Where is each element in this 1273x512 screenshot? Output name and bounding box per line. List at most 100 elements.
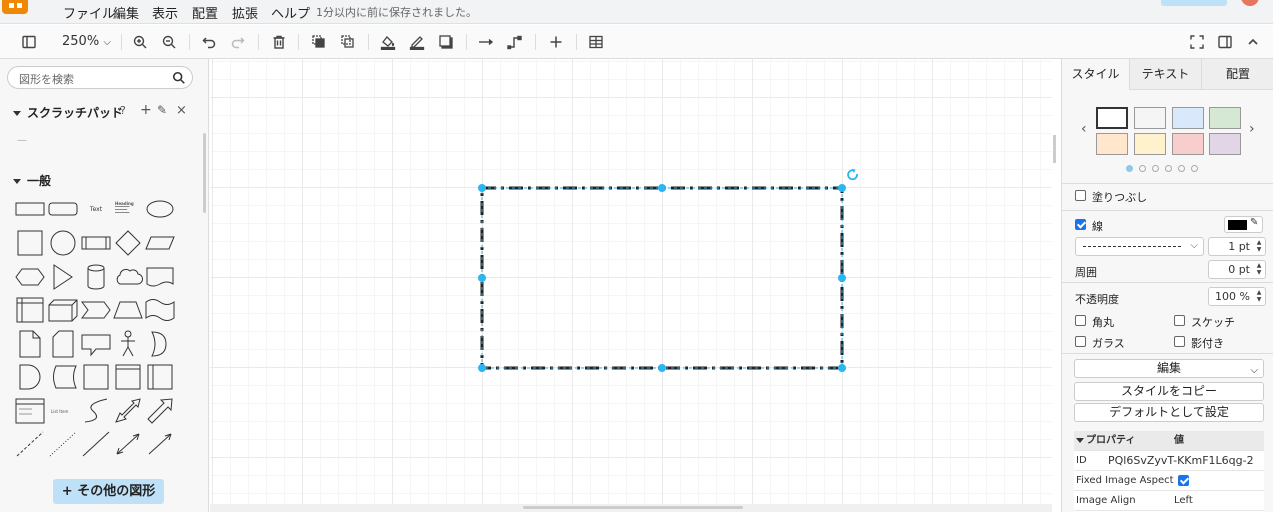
page-dot[interactable] xyxy=(1165,165,1172,172)
resize-handle[interactable] xyxy=(838,274,846,282)
page-dot[interactable] xyxy=(1152,165,1159,172)
redo-icon[interactable] xyxy=(229,33,247,51)
shape-cloud[interactable] xyxy=(112,262,144,292)
menu-help[interactable]: ヘルプ xyxy=(271,3,310,22)
fill-checkbox[interactable] xyxy=(1075,190,1086,201)
shape-swimlane[interactable] xyxy=(144,362,176,392)
shape-dotted-line[interactable] xyxy=(47,429,79,459)
share-button[interactable] xyxy=(1161,0,1227,6)
style-swatch[interactable] xyxy=(1172,133,1204,155)
glass-checkbox[interactable] xyxy=(1075,336,1086,347)
zoom-out-icon[interactable] xyxy=(160,33,178,51)
fill-color-icon[interactable] xyxy=(379,33,397,51)
prop-image-align-value[interactable]: Left xyxy=(1174,491,1193,511)
scrollbar-thumb[interactable] xyxy=(523,506,743,509)
resize-handle[interactable] xyxy=(658,364,666,372)
shape-callout[interactable] xyxy=(80,329,112,359)
style-swatch[interactable] xyxy=(1096,133,1128,155)
shape-hexagon[interactable] xyxy=(14,262,46,292)
menu-extras[interactable]: 拡張 xyxy=(232,3,258,22)
resize-handle[interactable] xyxy=(478,364,486,372)
menu-file[interactable]: ファイル xyxy=(63,3,115,22)
shape-step[interactable] xyxy=(80,295,112,325)
collapse-icon[interactable] xyxy=(1244,33,1262,51)
more-shapes-button[interactable]: + その他の図形 xyxy=(53,479,164,504)
horizontal-scrollbar[interactable] xyxy=(210,504,1052,512)
scratchpad-header[interactable]: スクラッチパッド xyxy=(13,104,123,121)
shape-triangle[interactable] xyxy=(47,262,79,292)
shape-circle[interactable] xyxy=(47,228,79,258)
edit-pencil-icon[interactable]: ✎ xyxy=(157,103,167,117)
shape-parallelogram[interactable] xyxy=(144,228,176,258)
line-width-input[interactable]: 1 pt ▲ ▼ xyxy=(1208,237,1266,256)
page-dot[interactable] xyxy=(1126,165,1133,172)
shape-diamond[interactable] xyxy=(112,228,144,258)
menu-view[interactable]: 表示 xyxy=(152,3,178,22)
line-checkbox[interactable] xyxy=(1075,219,1086,230)
shape-curve[interactable] xyxy=(80,396,112,426)
insert-icon[interactable] xyxy=(547,33,565,51)
shape-ellipse[interactable] xyxy=(144,194,176,224)
shape-rectangle[interactable] xyxy=(14,194,46,224)
shape-square-2[interactable] xyxy=(80,362,112,392)
properties-header[interactable]: プロパティ 値 xyxy=(1074,431,1264,451)
shape-delay[interactable] xyxy=(14,362,46,392)
shape-actor[interactable] xyxy=(112,329,144,359)
shape-line[interactable] xyxy=(80,429,112,459)
shape-container[interactable] xyxy=(112,362,144,392)
chevron-right-icon[interactable]: › xyxy=(1249,121,1255,137)
delete-icon[interactable] xyxy=(270,33,288,51)
shape-list[interactable] xyxy=(14,396,46,426)
search-input[interactable]: 図形を検索 xyxy=(7,66,193,89)
add-icon[interactable]: + xyxy=(140,102,152,118)
table-icon[interactable] xyxy=(587,33,605,51)
perimeter-input[interactable]: 0 pt ▲ ▼ xyxy=(1208,260,1266,279)
shape-rounded-rectangle[interactable] xyxy=(47,194,79,224)
shape-trapezoid[interactable] xyxy=(112,295,144,325)
style-swatch[interactable] xyxy=(1209,133,1241,155)
line-color-picker[interactable]: ✎ xyxy=(1224,216,1263,233)
tab-text[interactable]: テキスト xyxy=(1129,59,1201,90)
resize-handle[interactable] xyxy=(478,274,486,282)
fixed-image-aspect-checkbox[interactable] xyxy=(1178,475,1189,486)
style-swatch[interactable] xyxy=(1134,107,1166,129)
general-header[interactable]: 一般 xyxy=(13,172,51,189)
help-icon[interactable]: ? xyxy=(120,104,126,117)
diagram-canvas[interactable] xyxy=(210,59,1052,504)
resize-handle[interactable] xyxy=(658,184,666,192)
style-swatch[interactable] xyxy=(1172,107,1204,129)
style-swatch[interactable] xyxy=(1134,133,1166,155)
shape-note[interactable] xyxy=(14,329,46,359)
rounded-checkbox[interactable] xyxy=(1075,315,1086,326)
line-pattern-select[interactable]: ⌵ xyxy=(1075,237,1204,256)
shape-tape[interactable] xyxy=(144,295,176,325)
menu-arrange[interactable]: 配置 xyxy=(192,3,218,22)
shape-cube[interactable] xyxy=(47,295,79,325)
shape-or[interactable] xyxy=(144,329,176,359)
shape-directional-connector[interactable] xyxy=(144,429,176,459)
style-swatch[interactable] xyxy=(1209,107,1241,129)
opacity-input[interactable]: 100 % ▲ ▼ xyxy=(1208,287,1266,306)
waypoint-icon[interactable] xyxy=(506,33,524,51)
shadow-checkbox[interactable] xyxy=(1174,336,1185,347)
line-color-icon[interactable] xyxy=(408,33,426,51)
shape-square[interactable] xyxy=(14,228,46,258)
page-dot[interactable] xyxy=(1139,165,1146,172)
edit-dropdown[interactable]: 編集 ⌵ xyxy=(1074,359,1264,378)
resize-handle[interactable] xyxy=(838,184,846,192)
tab-style[interactable]: スタイル xyxy=(1062,59,1129,90)
shape-card[interactable] xyxy=(47,329,79,359)
stepper-arrows-icon[interactable]: ▲ ▼ xyxy=(1255,262,1263,276)
shape-bidirectional-connector[interactable] xyxy=(112,429,144,459)
zoom-level[interactable]: 250% ⌵ xyxy=(62,34,111,49)
close-icon[interactable]: × xyxy=(176,103,187,118)
shadow-icon[interactable] xyxy=(437,33,455,51)
shape-dashed-line[interactable] xyxy=(14,429,46,459)
stepper-arrows-icon[interactable]: ▲ ▼ xyxy=(1255,239,1263,253)
shape-process[interactable] xyxy=(80,228,112,258)
avatar[interactable] xyxy=(1241,0,1259,6)
format-panel-icon[interactable] xyxy=(1216,33,1234,51)
rotate-handle-icon[interactable] xyxy=(847,169,858,181)
shape-cylinder[interactable] xyxy=(80,262,112,292)
to-back-icon[interactable] xyxy=(339,33,357,51)
